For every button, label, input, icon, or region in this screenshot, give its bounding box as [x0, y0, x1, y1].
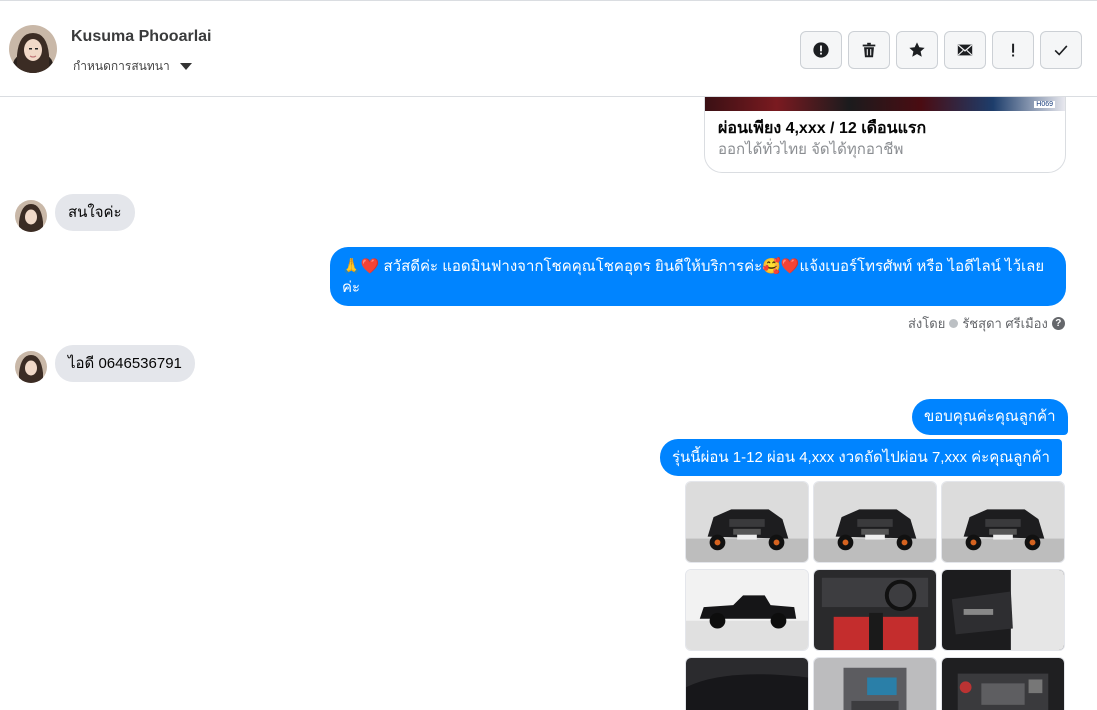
sent-by-info: ส่งโดย รัชสุดา ศรีเมือง ? [908, 313, 1065, 334]
star-button[interactable] [896, 31, 938, 69]
exclamation-icon [1012, 43, 1015, 57]
conversation-header: Kusuma Phooarlai กำหนดการสนทนา [0, 0, 1097, 97]
photo-interior-dashboard[interactable] [813, 569, 937, 651]
contact-name[interactable]: Kusuma Phooarlai [71, 28, 211, 46]
photo-door-interior[interactable] [941, 569, 1065, 651]
ad-card-image: H069 [705, 97, 1065, 111]
photo-center-console[interactable] [813, 657, 937, 710]
caret-down-icon [179, 63, 192, 70]
photo-truck-front[interactable] [813, 481, 937, 563]
photo-truck-front-right[interactable] [941, 481, 1065, 563]
conversation-actions [800, 31, 1082, 69]
conversation-settings-dropdown[interactable]: กำหนดการสนทนา [73, 57, 192, 76]
outgoing-message[interactable]: รุ่นนี้ผ่อน 1-12 ผ่อน 4,xxx งวดถัดไปผ่อน… [660, 439, 1062, 476]
trash-icon [862, 42, 876, 58]
ad-image-tag: H069 [1034, 101, 1055, 108]
incoming-message[interactable]: สนใจค่ะ [55, 194, 135, 231]
sent-by-label: ส่งโดย [908, 316, 946, 331]
conversation-settings-label: กำหนดการสนทนา [73, 59, 170, 73]
outgoing-message[interactable]: ขอบคุณค่ะคุณลูกค้า [912, 399, 1068, 435]
spam-button[interactable] [992, 31, 1034, 69]
ad-card-subtitle: ออกได้ทั่วไทย จัดได้ทุกอาชีพ [718, 141, 904, 158]
photo-wheel-arch[interactable] [685, 657, 809, 710]
mark-unread-button[interactable] [944, 31, 986, 69]
photo-truck-side[interactable] [685, 569, 809, 651]
page-badge-icon [949, 319, 959, 328]
help-icon[interactable]: ? [1051, 317, 1065, 330]
sent-by-name[interactable]: รัชสุดา ศรีเมือง [962, 313, 1048, 334]
photo-engine-bay[interactable] [941, 657, 1065, 710]
checkmark-icon [1054, 45, 1068, 56]
mark-done-button[interactable] [1040, 31, 1082, 69]
photo-truck-front-left[interactable] [685, 481, 809, 563]
contact-avatar[interactable] [9, 25, 57, 73]
incoming-message[interactable]: ไอดี 0646536791 [55, 345, 195, 382]
ad-card[interactable]: H069 ผ่อนเพียง 4,xxx / 12 เดือนแรก ออกได… [704, 97, 1066, 173]
outgoing-message[interactable]: 🙏❤️ สวัสดีค่ะ แอดมินฟางจากโชคคุณโชคอุดร … [330, 247, 1066, 306]
sender-avatar[interactable] [15, 200, 47, 232]
star-icon [909, 42, 925, 57]
photo-grid [685, 481, 1066, 710]
sender-avatar[interactable] [15, 351, 47, 383]
report-icon [813, 42, 829, 58]
mail-icon [957, 44, 973, 56]
message-thread[interactable]: H069 ผ่อนเพียง 4,xxx / 12 เดือนแรก ออกได… [0, 97, 1097, 710]
delete-button[interactable] [848, 31, 890, 69]
report-button[interactable] [800, 31, 842, 69]
